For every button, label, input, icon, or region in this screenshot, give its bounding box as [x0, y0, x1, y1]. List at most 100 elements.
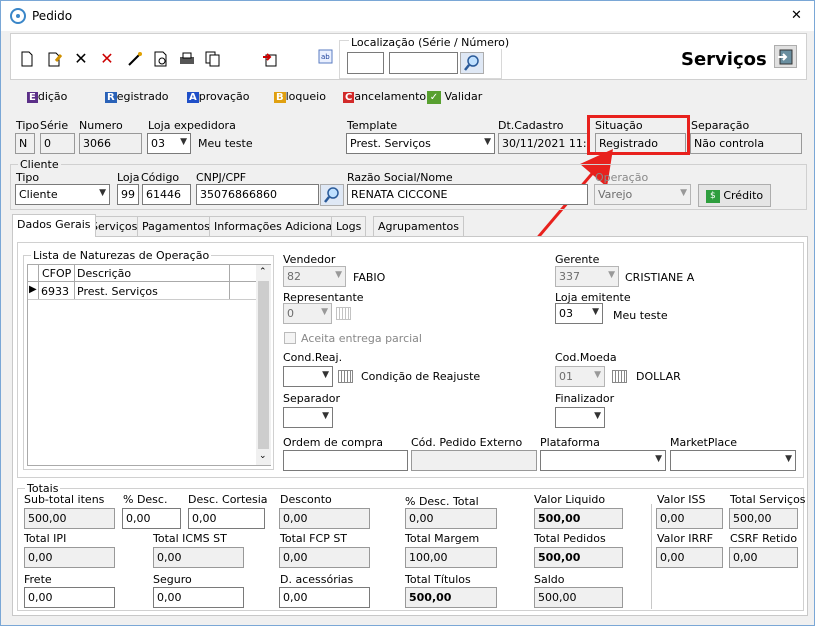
- validate-action[interactable]: ✓ Validar: [427, 90, 482, 104]
- table-row[interactable]: ▶ 6933 Prest. Serviços: [28, 283, 256, 300]
- client-search-button[interactable]: [320, 184, 344, 206]
- tab-informacoes-adicionais[interactable]: Informações Adicionais: [209, 216, 347, 236]
- total-margem-field: 100,00: [405, 547, 497, 568]
- gerente-name: CRISTIANE A: [625, 271, 695, 284]
- approval-action[interactable]: Aprovação: [187, 90, 250, 103]
- valor-liquido-label: Valor Liquido: [534, 493, 606, 506]
- aceita-label: Aceita entrega parcial: [301, 332, 422, 345]
- exit-icon[interactable]: [774, 45, 797, 68]
- csrf-label: CSRF Retido: [730, 532, 798, 545]
- valor-irrf-field: 0,00: [656, 547, 723, 568]
- magic-wand-icon[interactable]: [127, 51, 143, 67]
- finalizador-label: Finalizador: [555, 392, 615, 405]
- vendedor-select: 82 ▼: [283, 266, 346, 287]
- export-icon[interactable]: [262, 51, 278, 67]
- tipo-field: N: [15, 133, 35, 154]
- template-select[interactable]: Prest. Serviços ▼: [346, 133, 495, 154]
- money-icon: $: [705, 189, 720, 203]
- seguro-input[interactable]: 0,00: [153, 587, 244, 608]
- operacao-label: Operação: [595, 171, 649, 184]
- valor-irrf-label: Valor IRRF: [657, 532, 714, 545]
- grid-scrollbar[interactable]: ⌃ ⌄: [256, 265, 271, 465]
- numero-label: Numero: [79, 119, 123, 132]
- col-cfop[interactable]: CFOP: [42, 267, 71, 280]
- cod-moeda-select: 01 ▼: [555, 366, 605, 387]
- pct-desc-total-field: 0,00: [405, 508, 497, 529]
- total-titulos-label: Total Títulos: [405, 573, 471, 586]
- frete-input[interactable]: 0,00: [24, 587, 115, 608]
- pct-desc-label: % Desc.: [123, 493, 168, 506]
- spellcheck-icon[interactable]: ab: [318, 49, 334, 65]
- credito-button[interactable]: $ Crédito: [698, 184, 771, 207]
- cancel-action[interactable]: Cancelamento: [343, 90, 426, 103]
- loja-expedidora-select[interactable]: 03 ▼: [147, 133, 191, 154]
- tab-agrupamentos[interactable]: Agrupamentos: [373, 216, 464, 236]
- new-document-icon[interactable]: [19, 51, 35, 67]
- representante-select: 0 ▼: [283, 303, 332, 324]
- close-button[interactable]: ✕: [791, 8, 802, 23]
- cliente-tipo-select[interactable]: Cliente ▼: [15, 184, 110, 205]
- total-fcp-st-field: 0,00: [279, 547, 370, 568]
- scroll-down-icon[interactable]: ⌄: [259, 451, 267, 461]
- cod-moeda-grid-icon[interactable]: [612, 370, 627, 383]
- csrf-field: 0,00: [729, 547, 798, 568]
- location-search-button[interactable]: [460, 52, 484, 74]
- cliente-loja-input[interactable]: 99: [117, 184, 139, 205]
- delete-icon[interactable]: ✕: [73, 51, 89, 67]
- registered-action-icon: R: [105, 92, 117, 103]
- marketplace-select[interactable]: ▼: [670, 450, 796, 471]
- delete-all-icon[interactable]: ✕: [99, 51, 115, 67]
- total-ipi-field: 0,00: [24, 547, 115, 568]
- row-pointer-icon: ▶: [29, 284, 37, 295]
- location-label: Localização (Série / Número): [349, 36, 512, 49]
- cnpj-input[interactable]: 35076866860: [196, 184, 319, 205]
- edit-document-icon[interactable]: [47, 51, 63, 67]
- separador-label: Separador: [283, 392, 340, 405]
- location-serie-input[interactable]: [347, 52, 384, 74]
- toolbar: ✕ ✕ ab Localização (Série / Número) Serv…: [10, 33, 807, 80]
- saldo-field: 500,00: [534, 587, 623, 608]
- naturezas-grid[interactable]: CFOP Descrição ▶ 6933 Prest. Serviços ⌃ …: [27, 264, 271, 466]
- cond-reaj-select[interactable]: ▼: [283, 366, 333, 387]
- tab-pagamentos[interactable]: Pagamentos: [137, 216, 215, 236]
- edit-action[interactable]: Edição: [27, 90, 67, 103]
- preview-icon[interactable]: [153, 51, 169, 67]
- subtotal-field: 500,00: [24, 508, 115, 529]
- col-descricao[interactable]: Descrição: [77, 267, 131, 280]
- approval-action-label: provação: [198, 90, 250, 103]
- d-acessorias-input[interactable]: 0,00: [279, 587, 370, 608]
- total-pedidos-field: 500,00: [534, 547, 623, 568]
- pct-desc-input[interactable]: 0,00: [122, 508, 181, 529]
- desc-cortesia-input[interactable]: 0,00: [188, 508, 265, 529]
- scroll-up-icon[interactable]: ⌃: [259, 267, 267, 277]
- app-icon: [10, 8, 26, 24]
- valor-liquido-field: 500,00: [534, 508, 623, 529]
- finalizador-select[interactable]: ▼: [555, 407, 605, 428]
- cond-reaj-grid-icon[interactable]: [338, 370, 353, 383]
- plataforma-select[interactable]: ▼: [540, 450, 666, 471]
- order-window: Pedido ✕ ✕ ✕ ab Localização (Série / Núm…: [0, 0, 815, 626]
- cnpj-label: CNPJ/CPF: [196, 171, 247, 184]
- cliente-codigo-input[interactable]: 61446: [142, 184, 191, 205]
- serie-label: Série: [40, 119, 69, 132]
- block-action-label: loqueio: [285, 90, 326, 103]
- loja-emitente-name: Meu teste: [613, 309, 668, 322]
- block-action[interactable]: Bloqueio: [274, 90, 326, 103]
- credito-label: Crédito: [723, 189, 764, 202]
- validate-icon: ✓: [427, 91, 441, 104]
- razao-social-input[interactable]: RENATA CICCONE: [347, 184, 588, 205]
- desconto-label: Desconto: [280, 493, 332, 506]
- registered-action[interactable]: Registrado: [105, 90, 169, 103]
- print-icon[interactable]: [179, 51, 195, 67]
- copy-icon[interactable]: [205, 51, 221, 67]
- ordem-compra-input[interactable]: [283, 450, 408, 471]
- approval-action-icon: A: [187, 92, 199, 103]
- valor-iss-label: Valor ISS: [657, 493, 706, 506]
- tab-dados-gerais[interactable]: Dados Gerais: [12, 214, 96, 237]
- total-titulos-field: 500,00: [405, 587, 497, 608]
- numero-field: 3066: [79, 133, 142, 154]
- separador-select[interactable]: ▼: [283, 407, 333, 428]
- loja-emitente-select[interactable]: 03 ▼: [555, 303, 603, 324]
- tab-logs[interactable]: Logs: [331, 216, 367, 236]
- location-number-input[interactable]: [389, 52, 458, 74]
